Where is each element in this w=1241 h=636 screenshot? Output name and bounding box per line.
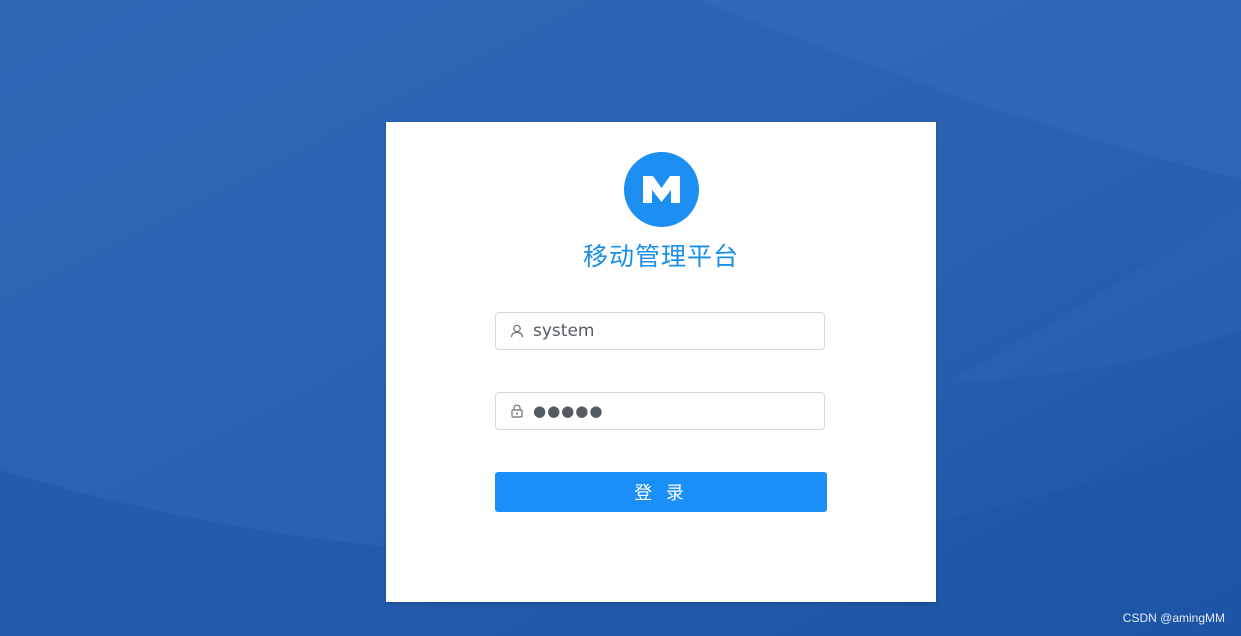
login-button[interactable]: 登 录 [495,472,827,512]
logo-m-icon [624,152,699,227]
lock-icon [511,404,523,418]
username-field[interactable] [495,312,825,350]
login-card: 移动管理平台 登 录 [386,122,936,602]
user-icon [510,324,524,338]
password-field[interactable] [495,392,825,430]
password-input[interactable] [533,393,813,429]
watermark: CSDN @amingMM [1122,611,1225,625]
username-input[interactable] [533,313,813,349]
app-title: 移动管理平台 [582,242,739,271]
